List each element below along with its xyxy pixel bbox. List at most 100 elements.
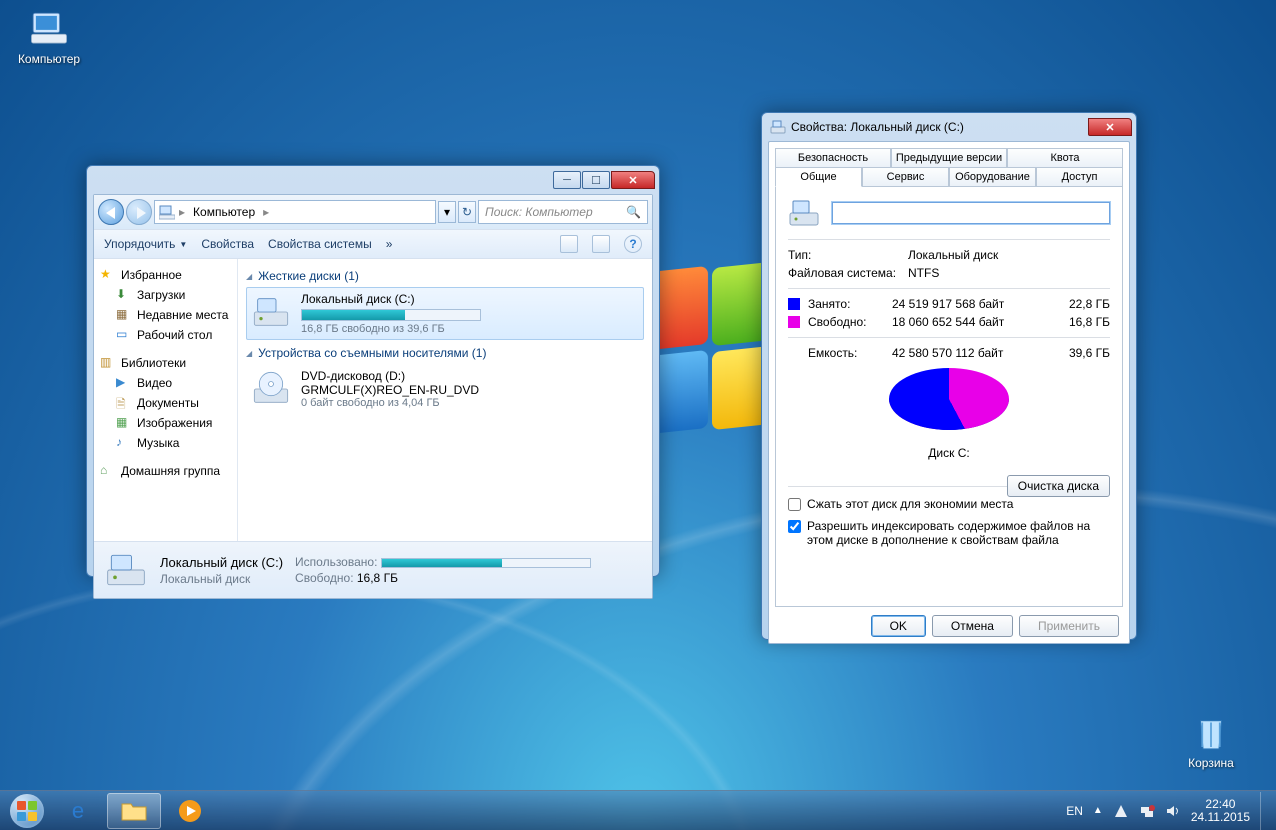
properties-button[interactable]: Свойства (201, 237, 254, 251)
nav-homegroup[interactable]: ⌂Домашняя группа (96, 461, 235, 481)
details-title: Локальный диск (C:) (160, 555, 283, 570)
view-options-button[interactable] (560, 235, 578, 253)
dvd-icon (251, 369, 291, 409)
nav-favorites[interactable]: ★Избранное (96, 265, 235, 285)
tab-panel-general: Тип:Локальный диск Файловая система:NTFS… (775, 187, 1123, 607)
breadcrumb-dropdown[interactable]: ▾ (438, 201, 456, 223)
music-icon: ♪ (116, 435, 132, 451)
drive-d[interactable]: DVD-дисковод (D:) GRMCULF(X)REO_EN-RU_DV… (246, 364, 644, 414)
documents-icon: 🗎 (116, 395, 132, 411)
drive-name: Локальный диск (C:) (301, 292, 639, 306)
nav-recent[interactable]: ▦Недавние места (96, 305, 235, 325)
close-button[interactable]: ✕ (611, 171, 655, 189)
taskbar: e EN ▲ 22:40 24.11.2015 (0, 790, 1276, 830)
compress-checkbox[interactable] (788, 498, 801, 511)
tab-previous-versions[interactable]: Предыдущие версии (891, 148, 1007, 168)
start-button[interactable] (4, 792, 50, 830)
nav-libraries[interactable]: ▥Библиотеки (96, 353, 235, 373)
folder-icon (121, 800, 147, 822)
nav-pictures[interactable]: ▦Изображения (96, 413, 235, 433)
capacity-row: Емкость: 42 580 570 112 байт 39,6 ГБ (788, 344, 1110, 362)
close-button[interactable]: ✕ (1088, 118, 1132, 136)
system-tray: EN ▲ 22:40 24.11.2015 (1066, 792, 1272, 830)
disk-cleanup-button[interactable]: Очистка диска (1007, 475, 1110, 497)
nav-video[interactable]: ▶Видео (96, 373, 235, 393)
drive-c[interactable]: Локальный диск (C:) 16,8 ГБ свободно из … (246, 287, 644, 340)
taskbar-explorer[interactable] (107, 793, 161, 829)
taskbar-wmp[interactable] (163, 793, 217, 829)
drive-usage-bar (301, 309, 481, 321)
drive-subtext: 16,8 ГБ свободно из 39,6 ГБ (301, 323, 639, 335)
group-removable[interactable]: Устройства со съемными носителями (1) (246, 340, 644, 364)
tab-tools[interactable]: Сервис (862, 168, 949, 187)
cancel-button[interactable]: Отмена (932, 615, 1013, 637)
volume-label-input[interactable] (832, 202, 1110, 224)
drive-subtext: 0 байт свободно из 4,04 ГБ (301, 397, 639, 409)
desktop-icon: ▭ (116, 327, 132, 343)
volume-icon[interactable] (1165, 803, 1181, 819)
tab-security[interactable]: Безопасность (775, 148, 891, 168)
tab-quota[interactable]: Квота (1007, 148, 1123, 168)
desktop-icon-label: Компьютер (12, 52, 86, 66)
star-icon: ★ (100, 267, 116, 283)
explorer-titlebar[interactable]: ─ ☐ ✕ (87, 166, 659, 194)
maximize-button[interactable]: ☐ (582, 171, 610, 189)
toolbar-overflow[interactable]: » (386, 237, 393, 251)
ok-button[interactable]: OK (871, 615, 926, 637)
help-icon[interactable]: ? (624, 235, 642, 253)
breadcrumb[interactable]: ▸ Компьютер ▸ (154, 200, 436, 224)
tab-general[interactable]: Общие (775, 168, 862, 187)
free-color-swatch (788, 316, 800, 328)
drive-name: DVD-дисковод (D:) (301, 369, 639, 383)
organize-menu[interactable]: Упорядочить ▼ (104, 237, 187, 251)
recycle-bin-icon (1190, 712, 1232, 754)
system-properties-button[interactable]: Свойства системы (268, 237, 372, 251)
search-icon: 🔍 (626, 205, 641, 219)
nav-forward-button[interactable] (126, 199, 152, 225)
hdd-icon (251, 292, 291, 332)
apply-button[interactable]: Применить (1019, 615, 1119, 637)
nav-music[interactable]: ♪Музыка (96, 433, 235, 453)
explorer-toolbar: Упорядочить ▼ Свойства Свойства системы … (94, 230, 652, 259)
taskbar-clock[interactable]: 22:40 24.11.2015 (1191, 798, 1250, 824)
properties-titlebar[interactable]: Свойства: Локальный диск (C:) ✕ (762, 113, 1136, 141)
details-type: Локальный диск (160, 572, 283, 586)
computer-icon (159, 204, 175, 220)
ie-icon: e (72, 798, 84, 824)
nav-back-button[interactable] (98, 199, 124, 225)
wmp-icon (178, 799, 202, 823)
pie-label: Диск C: (788, 442, 1110, 460)
used-space-row: Занято: 24 519 917 568 байт 22,8 ГБ (788, 295, 1110, 313)
network-icon[interactable] (1139, 803, 1155, 819)
show-hidden-icon[interactable]: ▲ (1093, 805, 1103, 816)
group-hdd[interactable]: Жесткие диски (1) (246, 263, 644, 287)
language-indicator[interactable]: EN (1066, 804, 1083, 818)
breadcrumb-segment[interactable]: Компьютер (189, 205, 259, 219)
index-checkbox-row[interactable]: Разрешить индексировать содержимое файло… (788, 515, 1110, 551)
explorer-details-pane: Локальный диск (C:) Локальный диск Испол… (94, 541, 652, 598)
hdd-icon (788, 197, 820, 229)
search-placeholder: Поиск: Компьютер (485, 205, 620, 219)
search-input[interactable]: Поиск: Компьютер 🔍 (478, 200, 648, 224)
desktop-icon-recycle[interactable]: Корзина (1174, 712, 1248, 770)
show-desktop-button[interactable] (1260, 792, 1268, 830)
nav-downloads[interactable]: ⬇Загрузки (96, 285, 235, 305)
tabs-row-1: Безопасность Предыдущие версии Квота (775, 148, 1123, 168)
nav-pane: ★Избранное ⬇Загрузки ▦Недавние места ▭Ра… (94, 259, 238, 541)
desktop-icon-label: Корзина (1174, 756, 1248, 770)
index-checkbox[interactable] (788, 520, 801, 533)
tab-hardware[interactable]: Оборудование (949, 168, 1036, 187)
homegroup-icon: ⌂ (100, 463, 116, 479)
preview-pane-button[interactable] (592, 235, 610, 253)
dialog-title: Свойства: Локальный диск (C:) (791, 120, 1088, 134)
taskbar-ie[interactable]: e (51, 793, 105, 829)
action-center-icon[interactable] (1113, 803, 1129, 819)
desktop-icon-computer[interactable]: Компьютер (12, 8, 86, 66)
nav-documents[interactable]: 🗎Документы (96, 393, 235, 413)
minimize-button[interactable]: ─ (553, 171, 581, 189)
refresh-button[interactable]: ↻ (458, 201, 476, 223)
refresh-icon: ↻ (462, 205, 472, 219)
nav-desktop[interactable]: ▭Рабочий стол (96, 325, 235, 345)
tab-sharing[interactable]: Доступ (1036, 168, 1123, 187)
details-usage-bar (381, 558, 591, 568)
